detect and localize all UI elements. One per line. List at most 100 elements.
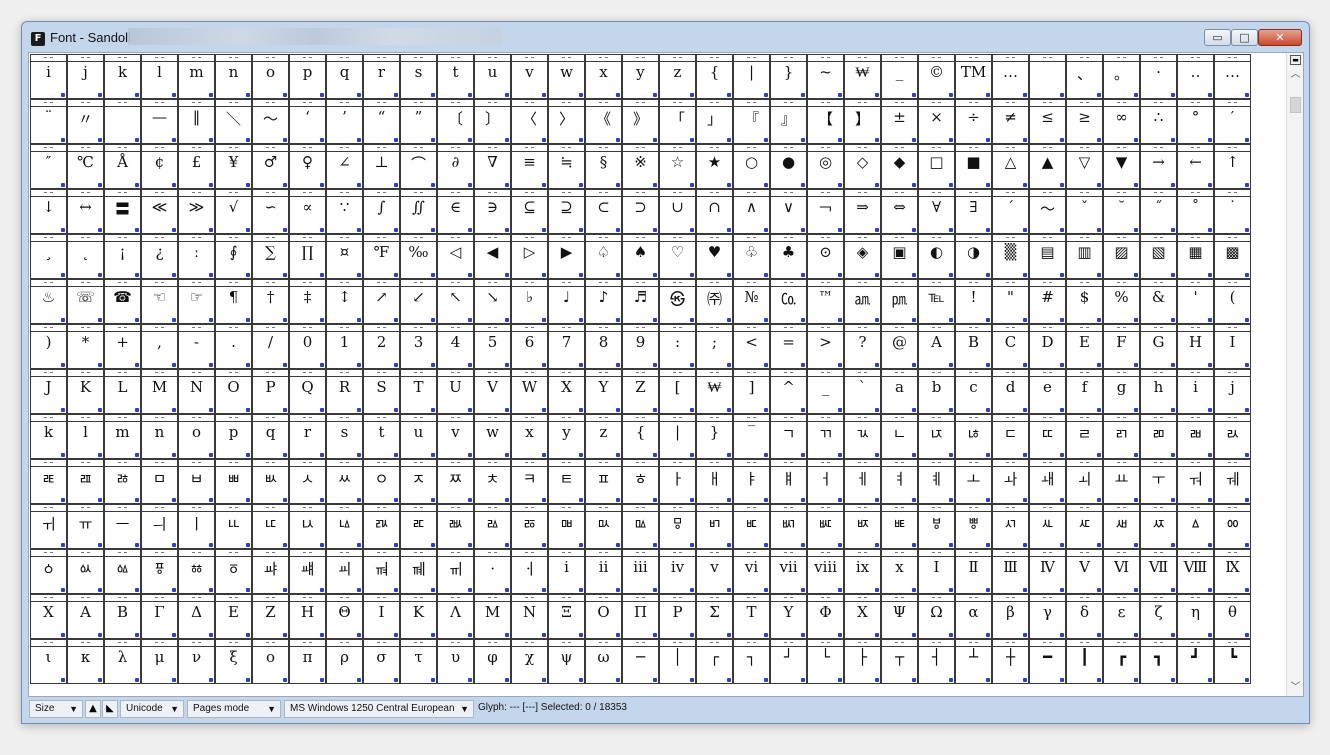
glyph-cell[interactable]: g xyxy=(1103,369,1140,414)
glyph-cell[interactable]: ′ xyxy=(1214,99,1251,144)
glyph-cell[interactable]: ㄹ xyxy=(1066,414,1103,459)
encoding-dropdown[interactable]: Unicode ▼ xyxy=(120,700,184,718)
glyph-cell[interactable]: ㅜ xyxy=(1140,459,1177,504)
glyph-cell[interactable]: ” xyxy=(400,99,437,144)
glyph-cell[interactable]: 〓 xyxy=(104,189,141,234)
glyph-cell[interactable]: x xyxy=(585,54,622,99)
glyph-cell[interactable]: ◁ xyxy=(437,234,474,279)
glyph-cell[interactable]: ˛ xyxy=(67,234,104,279)
glyph-cell[interactable]: ♬ xyxy=(622,279,659,324)
glyph-cell[interactable]: Y xyxy=(585,369,622,414)
glyph-cell[interactable]: ● xyxy=(770,144,807,189)
glyph-cell[interactable]: ㅒ xyxy=(770,459,807,504)
glyph-cell[interactable]: ♤ xyxy=(585,234,622,279)
glyph-cell[interactable]: Κ xyxy=(400,594,437,639)
glyph-cell[interactable]: q xyxy=(252,414,289,459)
glyph-cell[interactable]: ━ xyxy=(1029,639,1066,684)
glyph-cell[interactable]: ┘ xyxy=(770,639,807,684)
glyph-cell[interactable]: Ο xyxy=(585,594,622,639)
glyph-cell[interactable]: υ xyxy=(437,639,474,684)
glyph-cell[interactable]: ㅢ xyxy=(141,504,178,549)
glyph-cell[interactable]: ~ xyxy=(807,54,844,99)
glyph-cell[interactable]: t xyxy=(437,54,474,99)
glyph-cell[interactable]: ㅯ xyxy=(585,504,622,549)
glyph-cell[interactable]: | xyxy=(659,414,696,459)
glyph-cell[interactable]: 5 xyxy=(474,324,511,369)
glyph-cell[interactable]: 〃 xyxy=(67,99,104,144)
glyph-cell[interactable]: ㆇ xyxy=(252,549,289,594)
glyph-cell[interactable]: M xyxy=(141,369,178,414)
glyph-cell[interactable]: σ xyxy=(363,639,400,684)
glyph-cell[interactable]: ˙ xyxy=(1214,189,1251,234)
glyph-cell[interactable]: │ xyxy=(659,639,696,684)
glyph-cell[interactable]: ⅷ xyxy=(807,549,844,594)
glyph-cell[interactable]: ～ xyxy=(1029,189,1066,234)
minimize-button[interactable]: ▭ xyxy=(1204,29,1231,46)
glyph-cell[interactable]: ▥ xyxy=(1066,234,1103,279)
glyph-cell[interactable]: J xyxy=(30,369,67,414)
glyph-cell[interactable]: ☎ xyxy=(104,279,141,324)
glyph-cell[interactable]: 8 xyxy=(585,324,622,369)
glyph-cell[interactable]: ↘ xyxy=(474,279,511,324)
glyph-cell[interactable]: † xyxy=(252,279,289,324)
glyph-cell[interactable]: ⊃ xyxy=(622,189,659,234)
glyph-cell[interactable]: ㅪ xyxy=(400,504,437,549)
glyph-cell[interactable]: ▦ xyxy=(1177,234,1214,279)
glyph-cell[interactable]: ♧ xyxy=(733,234,770,279)
glyph-cell[interactable]: ⊥ xyxy=(363,144,400,189)
glyph-cell[interactable]: Ν xyxy=(511,594,548,639)
glyph-cell[interactable]: Η xyxy=(289,594,326,639)
glyph-cell[interactable]: ⊂ xyxy=(585,189,622,234)
glyph-cell[interactable]: ♡ xyxy=(659,234,696,279)
glyph-cell[interactable]: s xyxy=(326,414,363,459)
glyph-cell[interactable]: ℡ xyxy=(918,279,955,324)
glyph-cell[interactable]: 〔 xyxy=(437,99,474,144)
glyph-cell[interactable]: ┼ xyxy=(992,639,1029,684)
glyph-cell[interactable]: { xyxy=(696,54,733,99)
glyph-cell[interactable]: ㅷ xyxy=(881,504,918,549)
glyph-cell[interactable]: ¿ xyxy=(141,234,178,279)
glyph-cell[interactable]: Υ xyxy=(770,594,807,639)
glyph-cell[interactable]: ▧ xyxy=(1140,234,1177,279)
glyph-cell[interactable]: ㅟ xyxy=(30,504,67,549)
glyph-cell[interactable]: L xyxy=(104,369,141,414)
glyph-cell[interactable]: · xyxy=(1140,54,1177,99)
glyph-cell[interactable]: ↓ xyxy=(30,189,67,234)
glyph-cell[interactable]: Ⅷ xyxy=(1177,549,1214,594)
glyph-cell[interactable]: ∝ xyxy=(289,189,326,234)
glyph-cell[interactable]: } xyxy=(770,54,807,99)
glyph-cell[interactable]: 〈 xyxy=(511,99,548,144)
glyph-cell[interactable]: p xyxy=(215,414,252,459)
glyph-cell[interactable]: ∂ xyxy=(437,144,474,189)
glyph-cell[interactable]: Ψ xyxy=(881,594,918,639)
glyph-cell[interactable]: @ xyxy=(881,324,918,369)
glyph-cell[interactable]: ↖ xyxy=(437,279,474,324)
glyph-cell[interactable]: ☆ xyxy=(659,144,696,189)
glyph-cell[interactable]: ㅌ xyxy=(548,459,585,504)
glyph-cell[interactable]: 『 xyxy=(733,99,770,144)
glyph-cell[interactable]: ㅗ xyxy=(955,459,992,504)
glyph-cell[interactable]: ㄸ xyxy=(1029,414,1066,459)
mode-dropdown[interactable]: Pages mode ▼ xyxy=(187,700,281,718)
glyph-cell[interactable]: W xyxy=(511,369,548,414)
glyph-cell[interactable]: ㄶ xyxy=(955,414,992,459)
glyph-cell[interactable]: T xyxy=(400,369,437,414)
glyph-cell[interactable]: j xyxy=(1214,369,1251,414)
glyph-cell[interactable]: ㏘ xyxy=(881,279,918,324)
glyph-cell[interactable]: ≠ xyxy=(992,99,1029,144)
glyph-cell[interactable]: ℉ xyxy=(363,234,400,279)
glyph-cell[interactable]: ψ xyxy=(548,639,585,684)
glyph-cell[interactable]: A xyxy=(918,324,955,369)
glyph-cell[interactable]: ⅹ xyxy=(881,549,918,594)
glyph-cell[interactable]: ㅠ xyxy=(67,504,104,549)
glyph-cell[interactable]: ㅅ xyxy=(289,459,326,504)
glyph-cell[interactable]: E xyxy=(1066,324,1103,369)
glyph-cell[interactable]: ↗ xyxy=(363,279,400,324)
glyph-cell[interactable]: ㆂ xyxy=(67,549,104,594)
glyph-cell[interactable]: ∪ xyxy=(659,189,696,234)
glyph-cell[interactable]: ∫ xyxy=(363,189,400,234)
glyph-cell[interactable]: B xyxy=(955,324,992,369)
glyph-cell[interactable]: ⊙ xyxy=(807,234,844,279)
glyph-cell[interactable]: ㅆ xyxy=(326,459,363,504)
glyph-cell[interactable]: Γ xyxy=(141,594,178,639)
